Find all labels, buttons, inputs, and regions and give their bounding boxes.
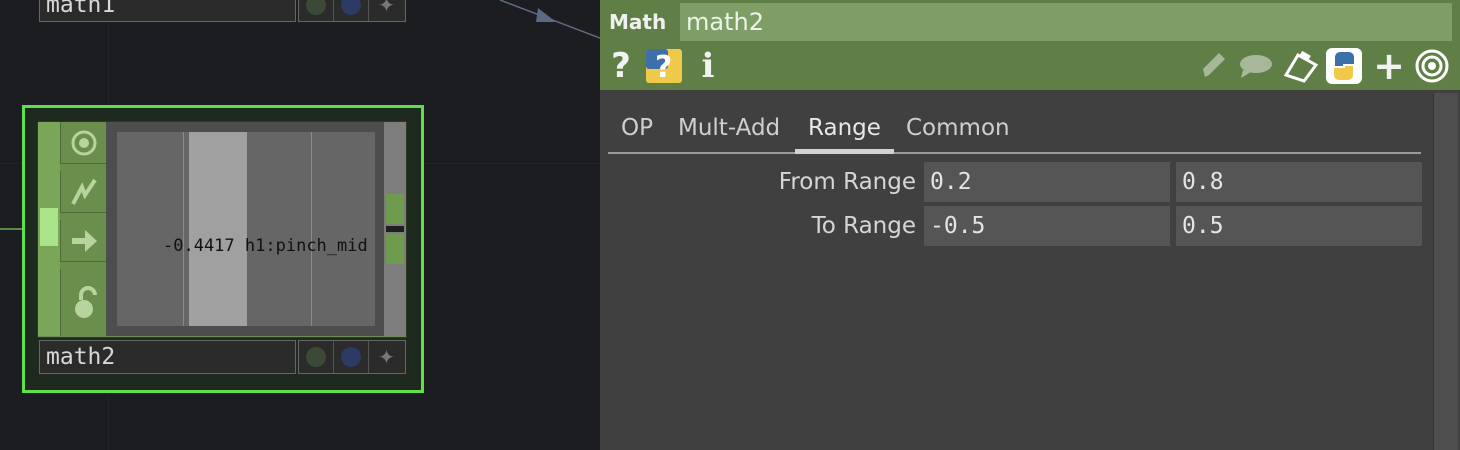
sparkle-icon: ✦ [378, 345, 395, 369]
pencil-icon-svg [1203, 53, 1225, 77]
param-header: Math math2 ? ? i + [600, 0, 1460, 90]
node-flags-math2: ✦ [298, 340, 406, 374]
flag-display[interactable] [299, 0, 334, 21]
render-flag-icon [341, 347, 361, 367]
python-help-icon-svg: ? [646, 49, 682, 84]
param-tabs: OP Mult-Add Range Common [608, 112, 1421, 154]
speech-bubble-icon-svg [1240, 55, 1272, 78]
input-connector-strip [38, 122, 60, 336]
flag-display[interactable] [299, 341, 334, 373]
parameter-panel: Math math2 ? ? i + OP Mult-Add Range Com… [600, 0, 1460, 450]
from-range-min-field[interactable]: 0.2 [924, 162, 1170, 202]
target-icon[interactable] [1414, 48, 1450, 84]
wire-arrow-icon [536, 8, 556, 22]
node-name-math1[interactable]: math1 [39, 0, 296, 22]
target-icon-svg [1415, 49, 1449, 83]
op-type-label: Math [609, 10, 667, 34]
to-range-max-field[interactable]: 0.5 [1176, 206, 1422, 246]
tab-common[interactable]: Common [906, 112, 1010, 150]
svg-text:?: ? [655, 50, 672, 84]
viewer-highlight [189, 132, 247, 326]
connector-separator [386, 226, 404, 232]
flag-pin[interactable]: ✦ [369, 0, 404, 21]
lightning-icon-svg [70, 178, 97, 205]
edit-icon[interactable] [1198, 48, 1228, 84]
node-icon-column [60, 122, 106, 336]
viewer-value: -0.4417 [163, 236, 235, 256]
param-label: From Range [778, 169, 916, 195]
python-icon[interactable] [1326, 48, 1362, 84]
tab-mult-add[interactable]: Mult-Add [678, 112, 780, 150]
display-flag-icon [306, 347, 326, 367]
param-row-from-range: From Range 0.2 0.8 [600, 162, 1460, 202]
viewer-readout: -0.4417 h1:pinch_mid [163, 236, 375, 256]
node-viewer[interactable]: -0.4417 h1:pinch_mid [106, 122, 384, 336]
flag-render[interactable] [334, 0, 369, 21]
param-label: To Range [811, 213, 916, 239]
add-icon[interactable]: + [1373, 44, 1405, 88]
node-flags-math1: ✦ [298, 0, 406, 22]
python-logo-icon-svg [1326, 48, 1362, 84]
to-range-min-field[interactable]: -0.5 [924, 206, 1170, 246]
op-name-field[interactable]: math2 [680, 3, 1452, 41]
bypass-icon[interactable] [60, 220, 106, 262]
output-connector[interactable] [386, 194, 404, 224]
render-flag-icon [341, 0, 361, 15]
from-range-max-field[interactable]: 0.8 [1176, 162, 1422, 202]
flag-render[interactable] [334, 341, 369, 373]
comment-icon[interactable] [1236, 48, 1274, 84]
help-icon[interactable]: ? [608, 46, 634, 86]
viewer-divider [311, 132, 312, 326]
network-editor[interactable]: math1 ✦ -0.4417 h1:pinch_mid math2 ✦ [0, 0, 600, 450]
param-row-to-range: To Range -0.5 0.5 [600, 206, 1460, 246]
flag-pin[interactable]: ✦ [369, 341, 404, 373]
output-connector-strip [384, 122, 406, 336]
viewer-icon-svg [71, 130, 96, 155]
clipboard-icon[interactable] [1282, 48, 1320, 84]
display-flag-icon [306, 0, 326, 15]
param-scrollbar[interactable] [1433, 93, 1458, 450]
lock-icon[interactable] [60, 269, 106, 336]
viewer-divider [183, 132, 184, 326]
sparkle-icon: ✦ [378, 0, 395, 17]
viewer-plot [117, 132, 375, 326]
viewer-icon[interactable] [60, 122, 106, 164]
clipboard-icon-svg [1283, 50, 1319, 83]
lock-icon-svg [74, 285, 97, 318]
cook-icon[interactable] [60, 171, 106, 213]
viewer-channel: h1:pinch_mid [244, 236, 368, 256]
tab-range[interactable]: Range [795, 112, 894, 154]
node-name-math2[interactable]: math2 [39, 340, 296, 374]
info-icon[interactable]: i [698, 46, 718, 86]
tab-op[interactable]: OP [621, 112, 653, 150]
python-help-icon[interactable]: ? [644, 48, 684, 84]
output-connector[interactable] [386, 234, 404, 264]
arrow-right-icon-svg [71, 229, 97, 252]
input-connector[interactable] [40, 208, 58, 246]
